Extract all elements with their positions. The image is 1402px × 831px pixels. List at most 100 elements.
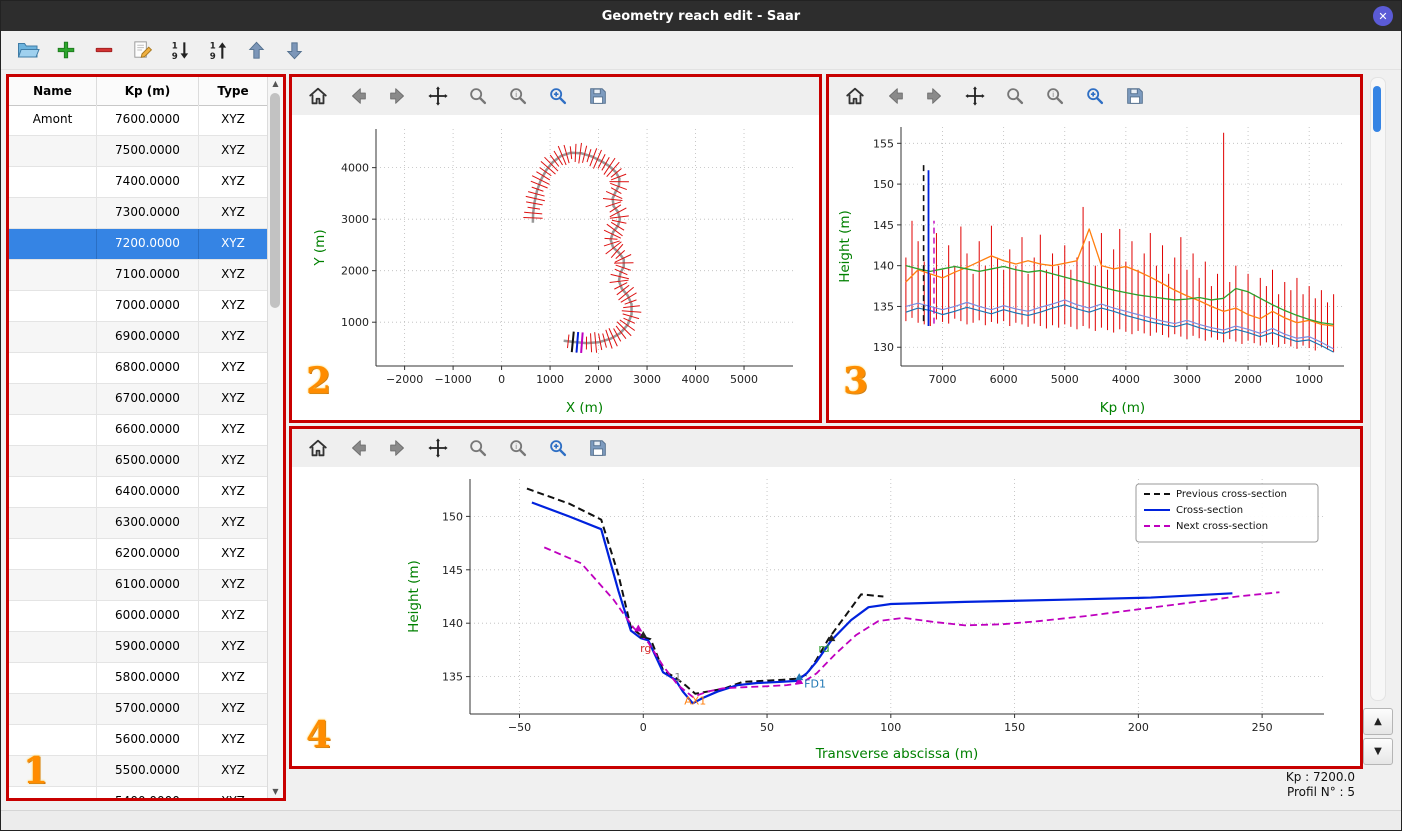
move-up-icon[interactable] — [243, 37, 269, 63]
table-cell-kp[interactable]: 7600.0000 — [97, 105, 199, 135]
table-cell-type[interactable]: XYZ — [199, 446, 268, 476]
plan-view-chart[interactable]: −2000 −1000 0 1000 2000 3000 4000 5000 1000 2000 3… — [292, 115, 819, 420]
back-icon[interactable] — [346, 84, 370, 108]
table-cell-type[interactable]: XYZ — [199, 477, 268, 507]
column-header-type[interactable]: Type — [199, 77, 268, 105]
zoom-icon[interactable] — [1003, 84, 1027, 108]
table-cell-name[interactable] — [9, 725, 97, 755]
window-scrollbar-thumb[interactable] — [1373, 86, 1381, 132]
table-cell-kp[interactable]: 5700.0000 — [97, 694, 199, 724]
zoom-in-icon[interactable] — [546, 436, 570, 460]
table-row[interactable]: Amont 7600.0000 XYZ — [9, 105, 268, 136]
home-icon[interactable] — [843, 84, 867, 108]
table-cell-kp[interactable]: 7000.0000 — [97, 291, 199, 321]
table-cell-type[interactable]: XYZ — [199, 570, 268, 600]
save-icon[interactable] — [586, 436, 610, 460]
table-cell-kp[interactable]: 6300.0000 — [97, 508, 199, 538]
table-cell-type[interactable]: XYZ — [199, 632, 268, 662]
table-cell-kp[interactable]: 7200.0000 — [97, 229, 199, 259]
table-row[interactable]: 6700.0000 XYZ — [9, 384, 268, 415]
table-cell-type[interactable]: XYZ — [199, 415, 268, 445]
table-cell-kp[interactable]: 7500.0000 — [97, 136, 199, 166]
back-icon[interactable] — [883, 84, 907, 108]
table-row[interactable]: 6400.0000 XYZ — [9, 477, 268, 508]
save-icon[interactable] — [1123, 84, 1147, 108]
edit-profile-icon[interactable] — [129, 37, 155, 63]
forward-icon[interactable] — [386, 436, 410, 460]
table-cell-kp[interactable]: 5600.0000 — [97, 725, 199, 755]
zoom-icon[interactable] — [466, 84, 490, 108]
table-cell-type[interactable]: XYZ — [199, 756, 268, 786]
table-cell-name[interactable] — [9, 229, 97, 259]
table-cell-type[interactable]: XYZ — [199, 229, 268, 259]
table-row[interactable]: 6000.0000 XYZ — [9, 601, 268, 632]
table-cell-type[interactable]: XYZ — [199, 105, 268, 135]
table-row[interactable]: 6800.0000 XYZ — [9, 353, 268, 384]
delete-profile-icon[interactable] — [91, 37, 117, 63]
table-row[interactable]: 6600.0000 XYZ — [9, 415, 268, 446]
table-cell-name[interactable] — [9, 322, 97, 352]
table-cell-name[interactable] — [9, 353, 97, 383]
table-cell-kp[interactable]: 5900.0000 — [97, 632, 199, 662]
table-scrollbar-thumb[interactable] — [270, 93, 280, 308]
zoom-original-icon[interactable]: i — [1043, 84, 1067, 108]
table-cell-name[interactable] — [9, 136, 97, 166]
table-cell-type[interactable]: XYZ — [199, 322, 268, 352]
table-cell-name[interactable] — [9, 508, 97, 538]
table-cell-type[interactable]: XYZ — [199, 167, 268, 197]
table-cell-type[interactable]: XYZ — [199, 136, 268, 166]
table-cell-kp[interactable]: 6000.0000 — [97, 601, 199, 631]
table-row[interactable]: 6200.0000 XYZ — [9, 539, 268, 570]
table-cell-name[interactable] — [9, 384, 97, 414]
table-cell-type[interactable]: XYZ — [199, 725, 268, 755]
table-cell-kp[interactable]: 6400.0000 — [97, 477, 199, 507]
table-cell-name[interactable] — [9, 477, 97, 507]
table-cell-name[interactable] — [9, 663, 97, 693]
table-header[interactable]: Name Kp (m) Type — [9, 77, 268, 106]
window-scrollbar[interactable] — [1370, 77, 1386, 701]
table-cell-name[interactable] — [9, 167, 97, 197]
table-cell-name[interactable]: Amont — [9, 105, 97, 135]
table-row[interactable]: 7500.0000 XYZ — [9, 136, 268, 167]
table-cell-type[interactable]: XYZ — [199, 384, 268, 414]
back-icon[interactable] — [346, 436, 370, 460]
table-row[interactable]: 5900.0000 XYZ — [9, 632, 268, 663]
pan-icon[interactable] — [963, 84, 987, 108]
pan-icon[interactable] — [426, 84, 450, 108]
table-row[interactable]: 7000.0000 XYZ — [9, 291, 268, 322]
table-row[interactable]: 7200.0000 XYZ — [9, 229, 268, 260]
column-header-kp[interactable]: Kp (m) — [97, 77, 199, 105]
longitudinal-profile-chart[interactable]: 7000 6000 5000 4000 3000 2000 1000 130 135 140 145… — [829, 115, 1360, 420]
table-cell-type[interactable]: XYZ — [199, 601, 268, 631]
table-cell-type[interactable]: XYZ — [199, 291, 268, 321]
profile-up-button[interactable]: ▲ — [1363, 708, 1393, 735]
table-cell-kp[interactable]: 6200.0000 — [97, 539, 199, 569]
table-cell-kp[interactable]: 6700.0000 — [97, 384, 199, 414]
table-cell-kp[interactable]: 6900.0000 — [97, 322, 199, 352]
table-cell-kp[interactable]: 6800.0000 — [97, 353, 199, 383]
table-cell-name[interactable] — [9, 756, 97, 786]
add-profile-icon[interactable] — [53, 37, 79, 63]
zoom-original-icon[interactable]: i — [506, 436, 530, 460]
table-cell-kp[interactable]: 6600.0000 — [97, 415, 199, 445]
profile-down-button[interactable]: ▼ — [1363, 738, 1393, 765]
table-cell-kp[interactable]: 7100.0000 — [97, 260, 199, 290]
table-row[interactable]: 6100.0000 XYZ — [9, 570, 268, 601]
table-cell-type[interactable]: XYZ — [199, 787, 268, 798]
cross-section-chart[interactable]: −50 0 50 100 150 200 250 135 140 145 150 rg rd 1 AX1 FD… — [292, 467, 1360, 766]
table-row[interactable]: 7400.0000 XYZ — [9, 167, 268, 198]
table-cell-kp[interactable]: 6500.0000 — [97, 446, 199, 476]
table-cell-type[interactable]: XYZ — [199, 260, 268, 290]
table-cell-name[interactable] — [9, 632, 97, 662]
pan-icon[interactable] — [426, 436, 450, 460]
table-cell-type[interactable]: XYZ — [199, 694, 268, 724]
close-icon[interactable]: ✕ — [1373, 6, 1393, 26]
table-cell-name[interactable] — [9, 694, 97, 724]
table-cell-name[interactable] — [9, 198, 97, 228]
table-row[interactable]: 5500.0000 XYZ — [9, 756, 268, 787]
table-cell-name[interactable] — [9, 446, 97, 476]
zoom-icon[interactable] — [466, 436, 490, 460]
table-cell-type[interactable]: XYZ — [199, 508, 268, 538]
table-cell-kp[interactable]: 7300.0000 — [97, 198, 199, 228]
table-row[interactable]: 6500.0000 XYZ — [9, 446, 268, 477]
